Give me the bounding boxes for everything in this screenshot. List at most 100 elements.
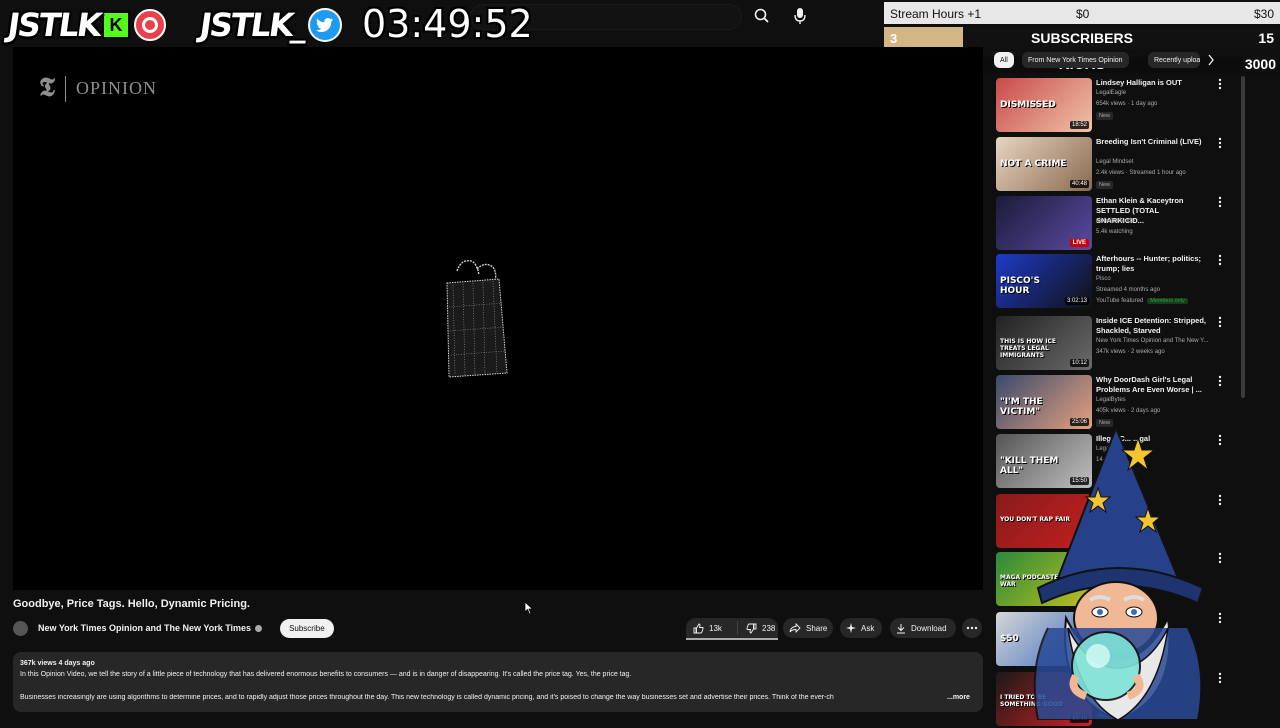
- channel-avatar[interactable]: [13, 620, 28, 636]
- stream-hours-current: $0: [1076, 7, 1090, 21]
- kick-badge: K: [101, 11, 130, 39]
- recommended-video-stats: 2.4k views · Streamed 1 hour ago: [1096, 170, 1186, 176]
- recommended-video-channel[interactable]: Legal Mindset: [1096, 159, 1133, 165]
- view-count-and-date: 367k views 4 days ago: [20, 660, 95, 667]
- video-thumbnail[interactable]: DISMISSED 18:52: [996, 78, 1092, 132]
- kebab-menu-icon[interactable]: [1218, 434, 1222, 446]
- recommended-video-channel[interactable]: LegalBytes: [1096, 397, 1126, 403]
- search-icon[interactable]: [752, 6, 772, 26]
- ask-button[interactable]: Ask: [840, 618, 882, 638]
- video-thumbnail[interactable]: NOT A CRIME 40:48: [996, 137, 1092, 191]
- kicks-target: 3000: [1242, 56, 1278, 72]
- recommended-video[interactable]: DISMISSED 18:52 Lindsey Halligan is OUT Leg…: [996, 78, 1236, 134]
- kebab-menu-icon[interactable]: [1218, 254, 1222, 266]
- kick-logo-text: JSTLK: [5, 6, 103, 44]
- duration-badge: 40:48: [1069, 180, 1089, 188]
- recommended-video-title[interactable]: Inside ICE Detention: Stripped, Shackled…: [1096, 316, 1208, 336]
- recommended-video[interactable]: "I'M THE VICTIM" 25:06 Why DoorDash Girl's…: [996, 375, 1236, 431]
- kebab-menu-icon[interactable]: [1218, 137, 1222, 149]
- chip-from-channel[interactable]: From New York Times Opinion: [1022, 52, 1129, 68]
- recommended-video[interactable]: NOT A CRIME 40:48 Breeding Isn't Criminal …: [996, 137, 1236, 193]
- download-button[interactable]: Download: [890, 618, 956, 638]
- recommended-video-title[interactable]: Lindsey Halligan is OUT: [1096, 78, 1208, 88]
- opinion-label: OPINION: [75, 78, 157, 98]
- stream-timer: 03:49:52: [362, 2, 533, 46]
- wizard-avatar-overlay: [1033, 428, 1205, 720]
- kebab-menu-icon[interactable]: [1218, 316, 1222, 328]
- twitter-bird-icon: [307, 8, 342, 42]
- download-label: Download: [911, 623, 947, 633]
- kebab-menu-icon[interactable]: [1218, 494, 1222, 506]
- recommended-video-stats: Streamed 4 months ago: [1096, 287, 1161, 293]
- stream-hours-target: $30: [1253, 7, 1274, 21]
- featured-text: YouTube featured: [1096, 298, 1144, 304]
- share-label: Share: [806, 623, 828, 633]
- share-icon: [789, 623, 801, 633]
- video-thumbnail[interactable]: LIVE: [996, 196, 1092, 250]
- ask-label: Ask: [861, 623, 875, 633]
- nyt-t-icon: 𝕿: [39, 73, 55, 103]
- recommended-video-title[interactable]: Breeding Isn't Criminal (LIVE): [1096, 137, 1208, 147]
- recommended-video[interactable]: PISCO'S HOUR 3:02:13 Afterhours -- Hunter;…: [996, 254, 1236, 310]
- description-box[interactable]: 367k views 4 days ago In this Opinion Vi…: [13, 652, 983, 712]
- subscribers-goal: 3 SUBSCRIBERS 15: [884, 27, 1280, 49]
- channel-name-link[interactable]: New York Times Opinion and The New York …: [38, 623, 251, 633]
- duration-badge: 25:06: [1069, 418, 1089, 426]
- duration-badge: 10:12: [1069, 359, 1089, 367]
- thumbnail-caption: "I'M THE VICTIM": [1000, 397, 1043, 417]
- recommended-video-channel[interactable]: Pisco: [1096, 276, 1111, 282]
- kebab-menu-icon[interactable]: [1218, 375, 1222, 387]
- kebab-menu-icon[interactable]: [1218, 612, 1222, 624]
- recommended-video-channel[interactable]: LegalEagle: [1096, 90, 1126, 96]
- video-thumbnail[interactable]: PISCO'S HOUR 3:02:13: [996, 254, 1092, 308]
- dislike-button[interactable]: 238: [738, 623, 775, 634]
- video-player[interactable]: 𝕿 OPINION: [13, 47, 983, 590]
- recommended-video-stats: 405k views · 2 days ago: [1096, 408, 1161, 414]
- recommended-video-stats: 347k views · 2 weeks ago: [1096, 349, 1165, 355]
- show-more-link[interactable]: ...more: [947, 694, 970, 701]
- thumbs-down-icon: [746, 623, 757, 633]
- thumbs-up-icon: [693, 623, 704, 633]
- chip-all[interactable]: All: [994, 52, 1014, 68]
- video-thumbnail[interactable]: THIS IS HOW ICE TREATS LEGAL IMMIGRANTS 1…: [996, 316, 1092, 370]
- like-button[interactable]: 13k: [686, 621, 738, 635]
- nyt-opinion-logo: 𝕿 OPINION: [39, 73, 157, 104]
- description-line-2: Businesses increasingly are using algori…: [20, 694, 834, 701]
- like-count: 13k: [709, 623, 722, 633]
- recommended-video-title[interactable]: Afterhours -- Hunter; politics; trump; l…: [1096, 254, 1208, 274]
- kebab-menu-icon[interactable]: [1218, 196, 1222, 208]
- download-icon: [897, 623, 905, 633]
- recommended-video-channel[interactable]: New York Times Opinion and The New Y...: [1096, 338, 1208, 344]
- recommended-video-channel[interactable]: nicholasdeorio: [1096, 218, 1135, 224]
- thumbnail-caption: DISMISSED: [1000, 100, 1056, 110]
- recommended-video-title[interactable]: Why DoorDash Girl's Legal Problems Are E…: [1096, 375, 1208, 395]
- chevron-right-icon[interactable]: [1207, 54, 1215, 66]
- subscribe-button[interactable]: Subscribe: [280, 618, 334, 638]
- kebab-menu-icon[interactable]: [1218, 552, 1222, 564]
- more-horizontal-icon: [966, 626, 978, 630]
- kebab-menu-icon[interactable]: [1218, 78, 1222, 90]
- like-dislike-group: 13k 238: [686, 618, 778, 640]
- dislike-count: 238: [762, 623, 776, 633]
- scrollbar-thumb[interactable]: [1241, 76, 1245, 398]
- duration-badge: 18:52: [1069, 121, 1089, 129]
- recommended-video-stats: 5.4k watching: [1096, 229, 1133, 235]
- chip-recently-uploaded[interactable]: Recently uploaded: [1148, 52, 1200, 68]
- new-badge: New: [1096, 181, 1114, 189]
- share-button[interactable]: Share: [783, 618, 833, 638]
- thumbnail-caption: THIS IS HOW ICE TREATS LEGAL IMMIGRANTS: [1000, 338, 1056, 359]
- description-line-1: In this Opinion Video, we tell the story…: [20, 671, 632, 678]
- microphone-icon[interactable]: [792, 6, 808, 26]
- new-badge: New: [1096, 112, 1114, 120]
- live-badge: LIVE: [1069, 239, 1089, 247]
- more-actions-button[interactable]: [962, 618, 982, 638]
- shopping-bag-graphic: [446, 260, 508, 378]
- recommended-video[interactable]: LIVE Ethan Klein & Kaceytron SETTLED (TOT…: [996, 196, 1236, 252]
- kebab-menu-icon[interactable]: [1218, 672, 1222, 684]
- verified-icon: [255, 624, 263, 632]
- video-thumbnail[interactable]: "I'M THE VICTIM" 25:06: [996, 375, 1092, 429]
- members-only-badge: Members only: [1147, 298, 1188, 304]
- recommended-video[interactable]: THIS IS HOW ICE TREATS LEGAL IMMIGRANTS 1…: [996, 316, 1236, 372]
- featured-label: YouTube featured Members only: [1096, 298, 1188, 304]
- thumbnail-caption: NOT A CRIME: [1000, 159, 1067, 169]
